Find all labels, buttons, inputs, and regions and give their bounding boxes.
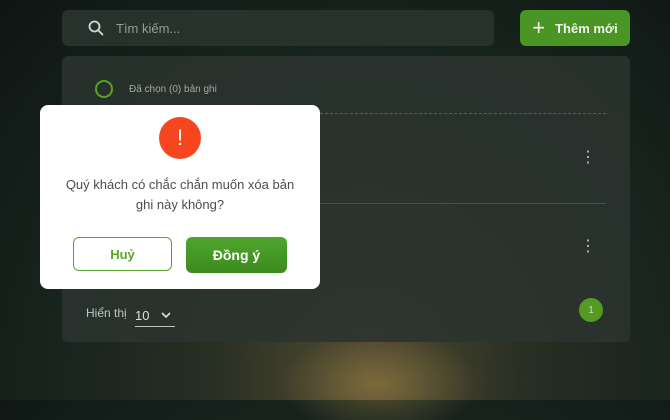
cancel-button[interactable]: Huỷ <box>73 237 172 271</box>
confirm-button[interactable]: Đồng ý <box>186 237 287 273</box>
dialog-message: Quý khách có chắc chắn muốn xóa bản ghi … <box>65 177 295 212</box>
warning-icon: ! <box>159 117 201 159</box>
confirm-dialog: ! Quý khách có chắc chắn muốn xóa bản gh… <box>40 105 320 289</box>
